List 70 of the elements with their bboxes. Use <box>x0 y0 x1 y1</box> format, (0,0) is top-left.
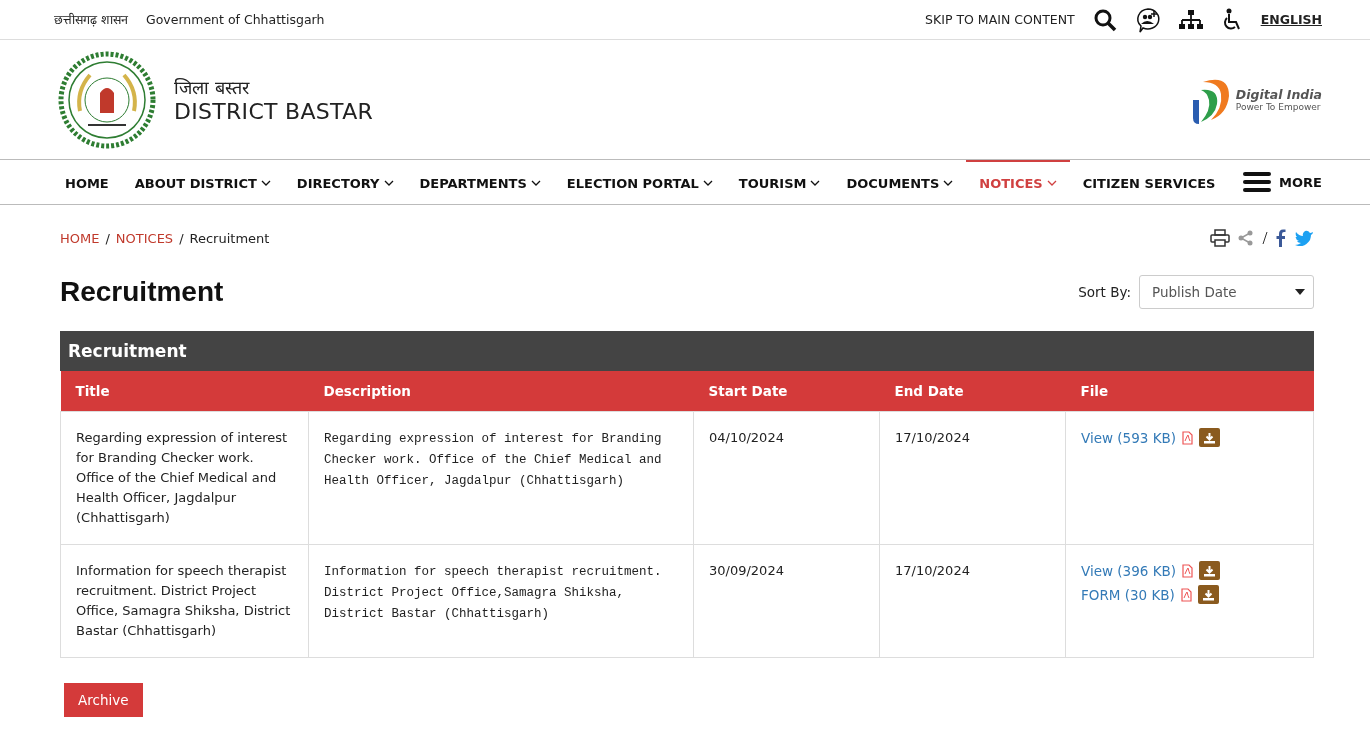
district-title: DISTRICT BASTAR <box>174 99 374 124</box>
partner-name: Digital India <box>1235 87 1322 102</box>
chevron-down-icon <box>260 180 271 186</box>
archive-button[interactable]: Archive <box>64 682 143 717</box>
people-chat-icon[interactable] <box>1134 6 1161 33</box>
menu-icon <box>1243 171 1272 193</box>
chevron-down-icon <box>383 180 394 186</box>
column-header: Description <box>308 371 694 411</box>
nav-item[interactable]: HOME <box>52 160 122 204</box>
nav-item[interactable]: ELECTION PORTAL <box>553 160 726 204</box>
description-text: Information for speech therapist recruitment. District Project Office,Samagra Shiksha, District Bastar (Chhattisgarh) <box>324 564 662 621</box>
government-name: Government of Chhattisgarh <box>146 12 325 27</box>
partner-tagline: Power To Empower <box>1235 102 1322 112</box>
district-title-hindi: जिला बस्तर <box>174 76 251 99</box>
start-date-cell: 04/10/2024 <box>693 411 880 544</box>
facebook-icon[interactable] <box>1276 229 1286 247</box>
file-link[interactable]: FORM (30 KB) <box>1081 584 1175 605</box>
title-cell: Regarding expression of interest for Branding Checker work. Office of the Chief Medical and Health Officer, Jagdalpur (Chhattisgarh) <box>60 411 309 544</box>
print-icon[interactable] <box>1210 229 1230 247</box>
download-button[interactable] <box>1197 585 1219 604</box>
language-link[interactable]: ENGLISH <box>1260 12 1322 27</box>
breadcrumb-separator: / <box>105 230 110 246</box>
sort-select[interactable]: Publish Date <box>1139 275 1314 309</box>
description-text: Regarding expression of interest for Branding Checker work. Office of the Chief Medical and Health Officer, Jagdalpur (Chhattisgarh) <box>324 431 662 488</box>
caret-icon <box>1295 289 1305 295</box>
nav-item[interactable]: CITIZEN SERVICES <box>1069 160 1229 204</box>
column-header: End Date <box>879 371 1066 411</box>
sort-label: Sort By: <box>1078 284 1131 300</box>
download-icon <box>1203 431 1217 444</box>
chevron-down-icon <box>530 180 541 186</box>
chevron-down-icon <box>943 180 954 186</box>
nav-item[interactable]: TOURISM <box>725 160 834 204</box>
breadcrumb-link[interactable]: NOTICES <box>115 230 174 246</box>
skip-link[interactable]: SKIP TO MAIN CONTENT <box>925 12 1075 27</box>
download-button[interactable] <box>1199 428 1221 447</box>
file-link[interactable]: View (593 KB) <box>1081 427 1177 448</box>
nav-item[interactable]: DOCUMENTS <box>833 160 967 204</box>
more-menu[interactable]: MORE <box>1243 160 1322 204</box>
column-header: Title <box>60 371 309 411</box>
breadcrumb-separator: / <box>179 230 184 246</box>
search-icon[interactable] <box>1092 7 1117 32</box>
share-icon[interactable] <box>1238 230 1254 246</box>
file-link[interactable]: View (396 KB) <box>1081 560 1177 581</box>
pdf-icon <box>1180 587 1192 602</box>
pdf-icon <box>1182 430 1194 445</box>
breadcrumb-link[interactable]: HOME <box>60 230 100 246</box>
nav-item[interactable]: ABOUT DISTRICT <box>121 160 284 204</box>
pdf-icon <box>1182 563 1194 578</box>
download-icon <box>1201 588 1215 601</box>
state-name: छत्तीसगढ़ शासन <box>54 11 128 28</box>
nav-item[interactable]: DIRECTORY <box>283 160 407 204</box>
column-header: File <box>1065 371 1314 411</box>
twitter-icon[interactable] <box>1294 230 1314 246</box>
end-date-cell: 17/10/2024 <box>879 544 1066 657</box>
breadcrumb-current: Recruitment <box>189 230 270 246</box>
end-date-cell: 17/10/2024 <box>879 411 1066 544</box>
start-date-cell: 30/09/2024 <box>693 544 880 657</box>
page-title: Recruitment <box>60 276 224 308</box>
sitemap-icon[interactable] <box>1178 8 1203 31</box>
nav-item[interactable]: DEPARTMENTS <box>406 160 554 204</box>
slash-icon <box>1262 231 1268 245</box>
title-cell: Information for speech therapist recruitment. District Project Office, Samagra Shiksha, District Bastar (Chhattisgarh) <box>60 544 309 657</box>
download-button[interactable] <box>1199 561 1221 580</box>
chevron-down-icon <box>1046 180 1057 186</box>
table-caption: Recruitment <box>60 331 1314 371</box>
column-header: Start Date <box>693 371 880 411</box>
download-icon <box>1203 564 1217 577</box>
nav-item[interactable]: NOTICES <box>966 160 1070 204</box>
chevron-down-icon <box>702 180 713 186</box>
chevron-down-icon <box>810 180 821 186</box>
